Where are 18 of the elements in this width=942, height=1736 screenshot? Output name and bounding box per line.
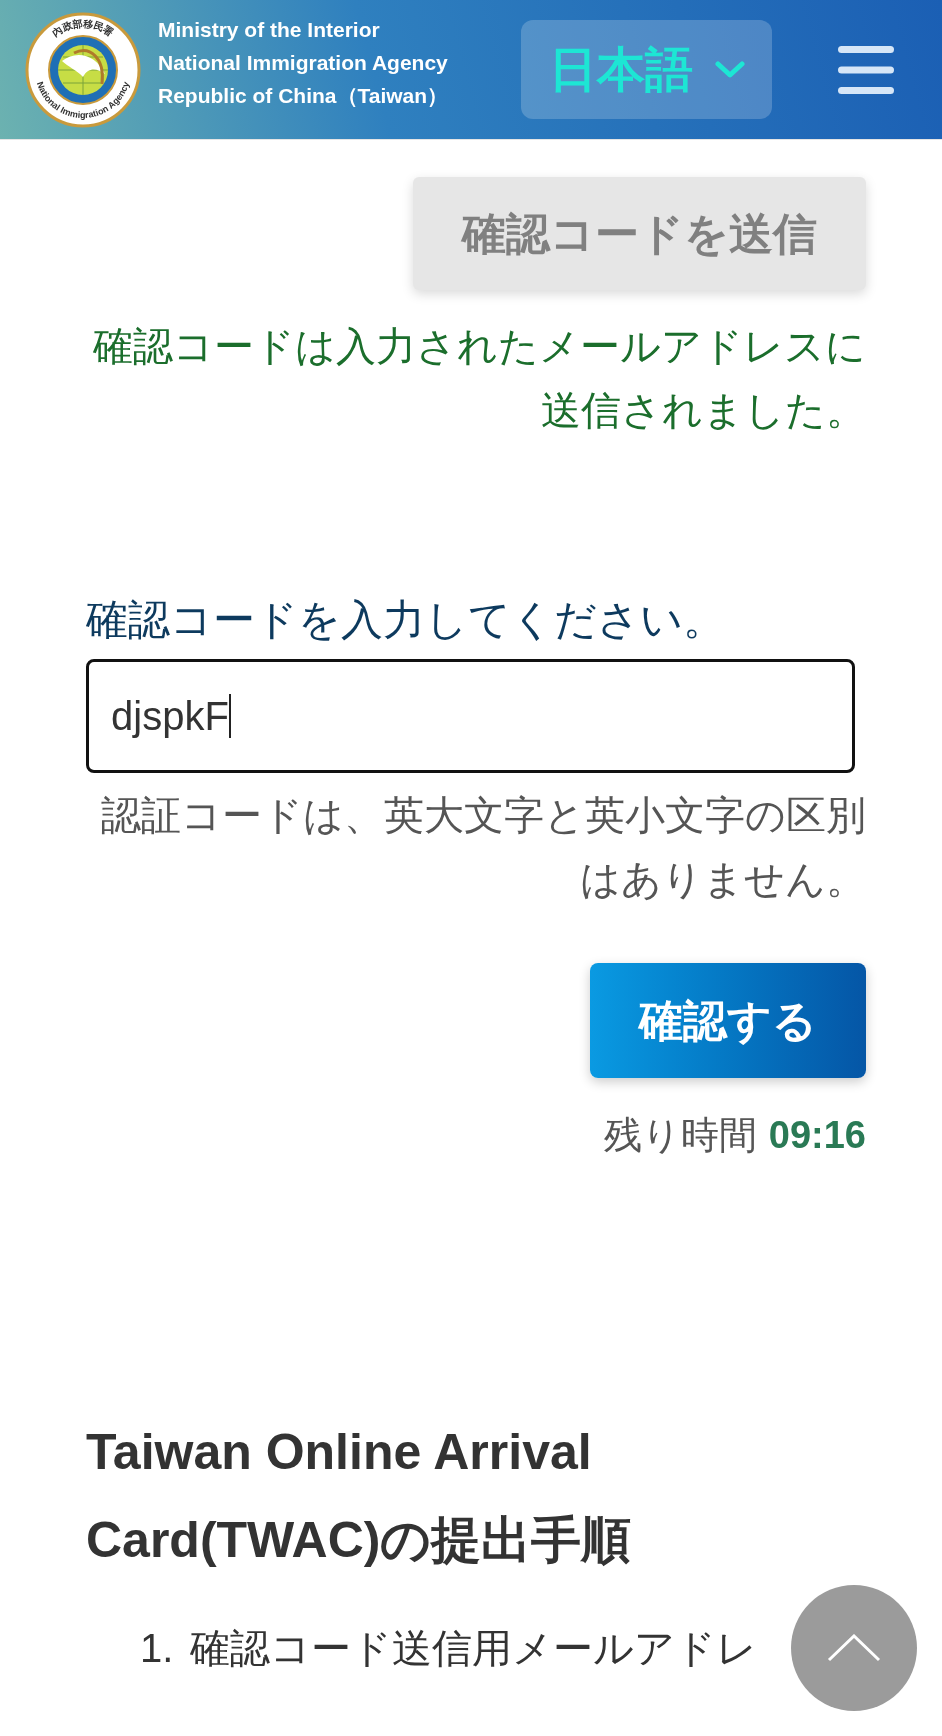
timer-value: 09:16 [768, 1113, 866, 1158]
confirm-button[interactable]: 確認する [590, 963, 866, 1078]
text-cursor-icon [228, 694, 231, 738]
code-input-field[interactable]: djspkF [86, 659, 855, 773]
step-number: 1. [140, 1625, 175, 1672]
step-text: 確認コード送信用メールアドレ [190, 1625, 757, 1672]
seal-text: 內政部移民署 [50, 17, 116, 38]
agency-name-text: National Immigration Agency [158, 50, 449, 76]
timer-label: 残り時間 [603, 1113, 757, 1158]
menu-icon[interactable] [838, 45, 894, 94]
case-hint-text: 認証コードは、英大文字と英小文字の区別はありません。 [100, 792, 866, 903]
procedure-heading: Taiwan Online Arrival Card(TWAC)の提出手順 [86, 1423, 633, 1570]
code-field-label: 確認コードを入力してください。 [86, 595, 726, 645]
chevron-up-icon [827, 1634, 881, 1662]
chevron-down-icon [714, 60, 745, 79]
code-sent-message: 確認コードは入力されたメールアドレスに送信されました。 [92, 323, 866, 434]
agency-name-text: Ministry of the Interior [158, 17, 381, 43]
agency-name-text: Republic of China（Taiwan） [158, 83, 450, 109]
